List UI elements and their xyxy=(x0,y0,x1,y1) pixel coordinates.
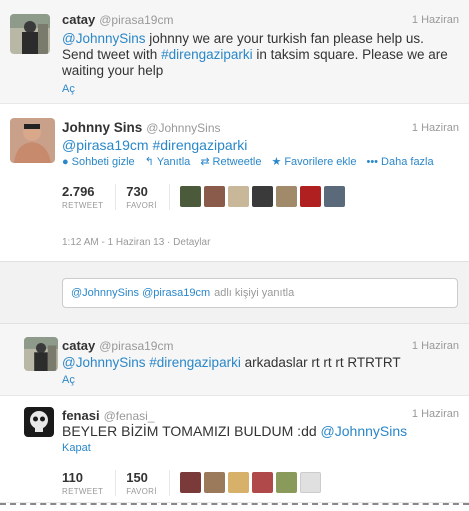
hide-conversation-label: Sohbeti gizle xyxy=(71,155,135,168)
more-icon: ••• xyxy=(366,155,379,168)
tweet-stats: 2.796 RETWEET 730 FAVORİ xyxy=(62,184,345,210)
tweet-timestamp-details[interactable]: 1:12 AM - 1 Haziran 13 · Detaylar xyxy=(62,237,210,248)
retweet-count-value: 110 xyxy=(62,470,83,485)
tweet-date[interactable]: 1 Haziran xyxy=(412,122,459,134)
tweet-author-handle[interactable]: @JohnnySins xyxy=(146,121,220,135)
avatar-catay[interactable] xyxy=(10,14,50,54)
tweet-date[interactable]: 1 Haziran xyxy=(412,340,459,352)
reply-label: Yanıtla xyxy=(156,155,191,168)
hashtag-link[interactable]: #direngaziparki xyxy=(161,47,253,62)
favoriter-avatar[interactable] xyxy=(299,472,321,493)
more-label: Daha fazla xyxy=(381,155,434,168)
hashtag-link[interactable]: #direngaziparki xyxy=(152,137,247,153)
mention-link[interactable]: @pirasa19cm xyxy=(62,137,149,153)
tweet-catay-2[interactable]: catay @pirasa19cm 1 Haziran @JohnnySins #… xyxy=(0,324,469,396)
favorite-count-label: FAVORİ xyxy=(126,201,157,210)
tweet-text: @pirasa19cm #direngaziparki xyxy=(62,137,247,153)
favoriter-avatar[interactable] xyxy=(275,472,297,493)
avatar-fenasi[interactable] xyxy=(24,407,54,437)
tweet-date[interactable]: 1 Haziran xyxy=(412,408,459,420)
mention-link[interactable]: @JohnnySins xyxy=(321,423,408,439)
expand-link[interactable]: Aç xyxy=(62,374,75,386)
favorite-count[interactable]: 730 FAVORİ xyxy=(126,184,170,210)
tweet-author-handle[interactable]: @pirasa19cm xyxy=(99,13,173,27)
tweet-text-part: arkadaslar rt rt rt RTRTRT xyxy=(240,355,401,370)
retweet-label: Retweetle xyxy=(212,155,262,168)
tweet-text-part: BEYLER BİZİM TOMAMIZI BULDUM :dd xyxy=(62,423,321,439)
retweet-button[interactable]: ⇄ Retweetle xyxy=(200,155,262,169)
retweet-count[interactable]: 2.796 RETWEET xyxy=(62,184,117,210)
favoriter-avatar[interactable] xyxy=(251,472,273,493)
avatar-catay[interactable] xyxy=(24,337,58,371)
reply-input[interactable]: @JohnnySins @pirasa19cm adlı kişiyi yanıt… xyxy=(62,278,458,308)
expand-link[interactable]: Aç xyxy=(62,83,75,95)
hashtag-link[interactable]: #direngaziparki xyxy=(149,355,241,370)
tweet-johnny-sins[interactable]: Johnny Sins @JohnnySins 1 Haziran @pirasa… xyxy=(0,104,469,262)
favorite-count[interactable]: 150 FAVORİ xyxy=(126,470,170,496)
mention-link[interactable]: @JohnnySins xyxy=(62,31,146,46)
tweet-author-name[interactable]: catay xyxy=(62,12,95,27)
tweet-text: @JohnnySins #direngaziparki arkadaslar r… xyxy=(62,355,401,371)
more-button[interactable]: ••• Daha fazla xyxy=(366,155,433,168)
favoriter-avatar[interactable] xyxy=(299,186,321,207)
tweet-author-handle[interactable]: @fenasi_ xyxy=(104,409,155,423)
tweet-catay-1[interactable]: catay @pirasa19cm 1 Haziran @JohnnySins j… xyxy=(0,0,469,104)
favorite-count-value: 730 xyxy=(126,184,148,199)
retweet-count-label: RETWEET xyxy=(62,487,104,496)
bottom-divider xyxy=(0,503,469,505)
mention-link[interactable]: @JohnnySins xyxy=(62,355,146,370)
retweet-count[interactable]: 110 RETWEET xyxy=(62,470,117,496)
tweet-fenasi[interactable]: fenasi @fenasi_ 1 Haziran BEYLER BİZİM TO… xyxy=(0,396,469,503)
favoriter-avatar[interactable] xyxy=(275,186,297,207)
reply-icon: ↰ xyxy=(144,156,154,168)
favoriter-avatars xyxy=(179,186,345,207)
tweet-author-name[interactable]: catay xyxy=(62,338,95,353)
reply-placeholder: adlı kişiyi yanıtla xyxy=(214,287,295,299)
favoriter-avatar[interactable] xyxy=(251,186,273,207)
retweet-count-value: 2.796 xyxy=(62,184,95,199)
tweet-text: BEYLER BİZİM TOMAMIZI BULDUM :dd @Johnny… xyxy=(62,423,407,439)
hide-conversation-icon: ● xyxy=(62,155,69,168)
favoriter-avatar[interactable] xyxy=(179,186,201,207)
collapse-link[interactable]: Kapat xyxy=(62,442,91,454)
conversation-view: catay @pirasa19cm 1 Haziran @JohnnySins j… xyxy=(0,0,469,511)
tweet-text: @JohnnySins johnny we are your turkish f… xyxy=(62,31,457,79)
favorite-label: Favorilere ekle xyxy=(284,155,357,168)
favoriter-avatar[interactable] xyxy=(227,472,249,493)
tweet-date[interactable]: 1 Haziran xyxy=(412,14,459,26)
tweet-stats: 110 RETWEET 150 FAVORİ xyxy=(62,470,321,496)
reply-button[interactable]: ↰ Yanıtla xyxy=(144,155,191,169)
favoriter-avatar[interactable] xyxy=(227,186,249,207)
reply-prefill: @JohnnySins @pirasa19cm xyxy=(71,287,211,299)
favorite-count-label: FAVORİ xyxy=(126,487,157,496)
retweet-icon: ⇄ xyxy=(200,156,210,168)
favorite-button[interactable]: ★ Favorilere ekle xyxy=(271,155,357,169)
favorite-count-value: 150 xyxy=(126,470,148,485)
favoriter-avatar[interactable] xyxy=(179,472,201,493)
tweet-author-handle[interactable]: @pirasa19cm xyxy=(99,339,173,353)
retweet-count-label: RETWEET xyxy=(62,201,104,210)
hide-conversation-button[interactable]: ● Sohbeti gizle xyxy=(62,155,135,168)
tweet-actions: ● Sohbeti gizle ↰ Yanıtla ⇄ Retweetle ★ Favo… xyxy=(62,155,434,169)
avatar-johnny-sins[interactable] xyxy=(10,118,55,163)
favoriter-avatar[interactable] xyxy=(203,472,225,493)
favoriter-avatars xyxy=(179,472,321,493)
favoriter-avatar[interactable] xyxy=(203,186,225,207)
tweet-author-name[interactable]: fenasi xyxy=(62,408,100,423)
tweet-author-name[interactable]: Johnny Sins xyxy=(62,120,142,135)
favoriter-avatar[interactable] xyxy=(323,186,345,207)
star-icon: ★ xyxy=(271,156,282,168)
